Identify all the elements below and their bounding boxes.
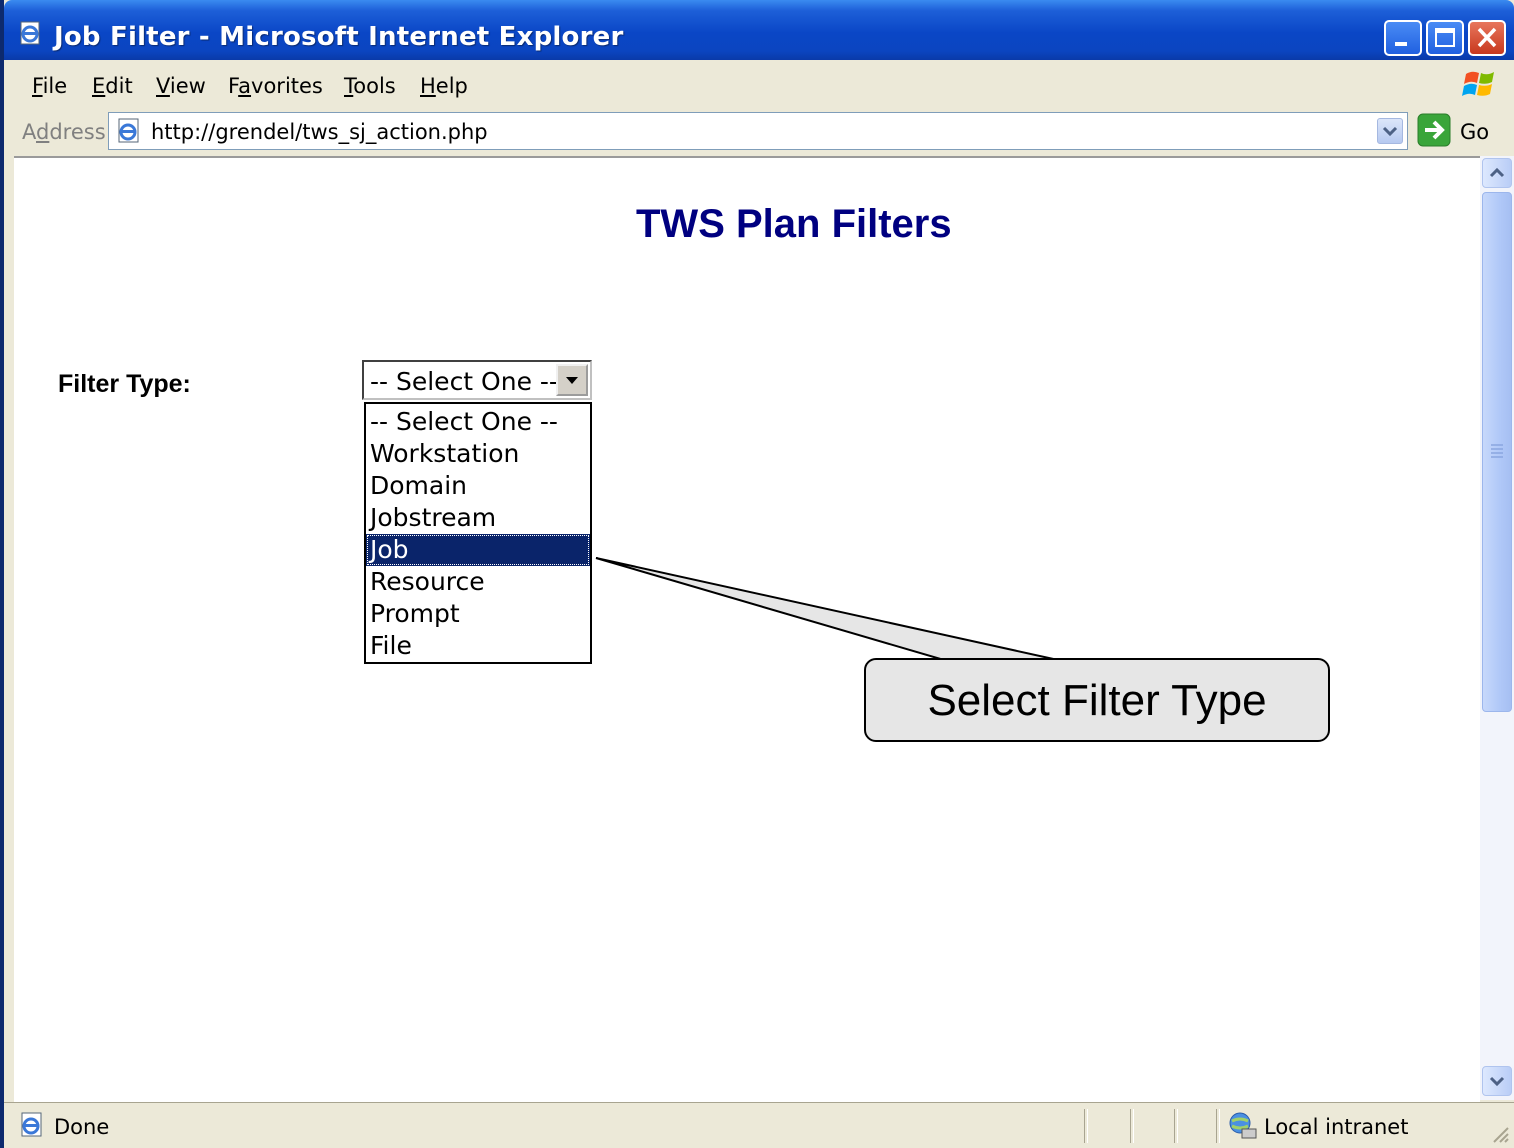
scroll-thumb[interactable] xyxy=(1482,192,1512,712)
menu-view[interactable]: View xyxy=(156,74,206,98)
window-title: Job Filter - Microsoft Internet Explorer xyxy=(54,22,624,52)
callout-text: Select Filter Type xyxy=(927,676,1267,725)
menu-help[interactable]: Help xyxy=(420,74,468,98)
windows-flag-icon xyxy=(1462,71,1494,96)
menu-favorites[interactable]: Favorites xyxy=(228,74,323,98)
resize-grip-icon[interactable] xyxy=(1488,1122,1510,1144)
address-dropdown-button[interactable] xyxy=(1377,118,1403,144)
close-icon xyxy=(1477,27,1497,48)
ie-page-icon xyxy=(20,21,40,45)
ie-page-icon xyxy=(118,118,139,143)
address-bar: Address http://grendel/tws_sj_action.php… xyxy=(4,108,1514,154)
minimize-icon xyxy=(1395,42,1407,46)
local-intranet-icon xyxy=(1229,1112,1257,1139)
callout-box: Select Filter Type xyxy=(864,658,1330,742)
scroll-down-button[interactable] xyxy=(1482,1066,1512,1096)
menu-file[interactable]: File xyxy=(32,74,67,98)
menu-tools[interactable]: Tools xyxy=(344,74,396,98)
status-divider xyxy=(1130,1109,1134,1143)
scroll-up-button[interactable] xyxy=(1482,158,1512,188)
status-text: Done xyxy=(54,1115,110,1139)
ie-page-icon xyxy=(21,1112,42,1137)
address-url: http://grendel/tws_sj_action.php xyxy=(151,120,488,144)
address-input[interactable]: http://grendel/tws_sj_action.php xyxy=(108,112,1408,150)
close-button[interactable] xyxy=(1468,20,1506,56)
status-divider xyxy=(1084,1109,1088,1143)
chevron-up-icon xyxy=(1489,167,1505,178)
maximize-icon xyxy=(1435,28,1455,47)
chevron-down-icon xyxy=(1382,126,1398,137)
menu-bar: File Edit View Favorites Tools Help xyxy=(4,62,1514,109)
status-bar: Done Local intranet xyxy=(4,1102,1514,1148)
maximize-button[interactable] xyxy=(1426,20,1464,56)
zone-text: Local intranet xyxy=(1264,1115,1409,1139)
page-content: TWS Plan Filters Filter Type: -- Select … xyxy=(14,156,1480,1102)
minimize-button[interactable] xyxy=(1384,20,1422,56)
callout-pointer xyxy=(595,557,1059,661)
vertical-scrollbar[interactable] xyxy=(1480,156,1514,1100)
browser-window: Job Filter - Microsoft Internet Explorer… xyxy=(4,0,1514,1148)
status-divider xyxy=(1174,1109,1178,1143)
menu-edit[interactable]: Edit xyxy=(92,74,133,98)
title-bar[interactable]: Job Filter - Microsoft Internet Explorer xyxy=(4,0,1514,60)
status-divider xyxy=(1216,1109,1220,1143)
chevron-down-icon xyxy=(1489,1076,1505,1087)
grip-lines-icon xyxy=(1491,444,1503,458)
go-button-label[interactable]: Go xyxy=(1460,120,1489,144)
address-label: Address xyxy=(22,120,106,144)
go-arrow-icon[interactable] xyxy=(1416,112,1452,148)
